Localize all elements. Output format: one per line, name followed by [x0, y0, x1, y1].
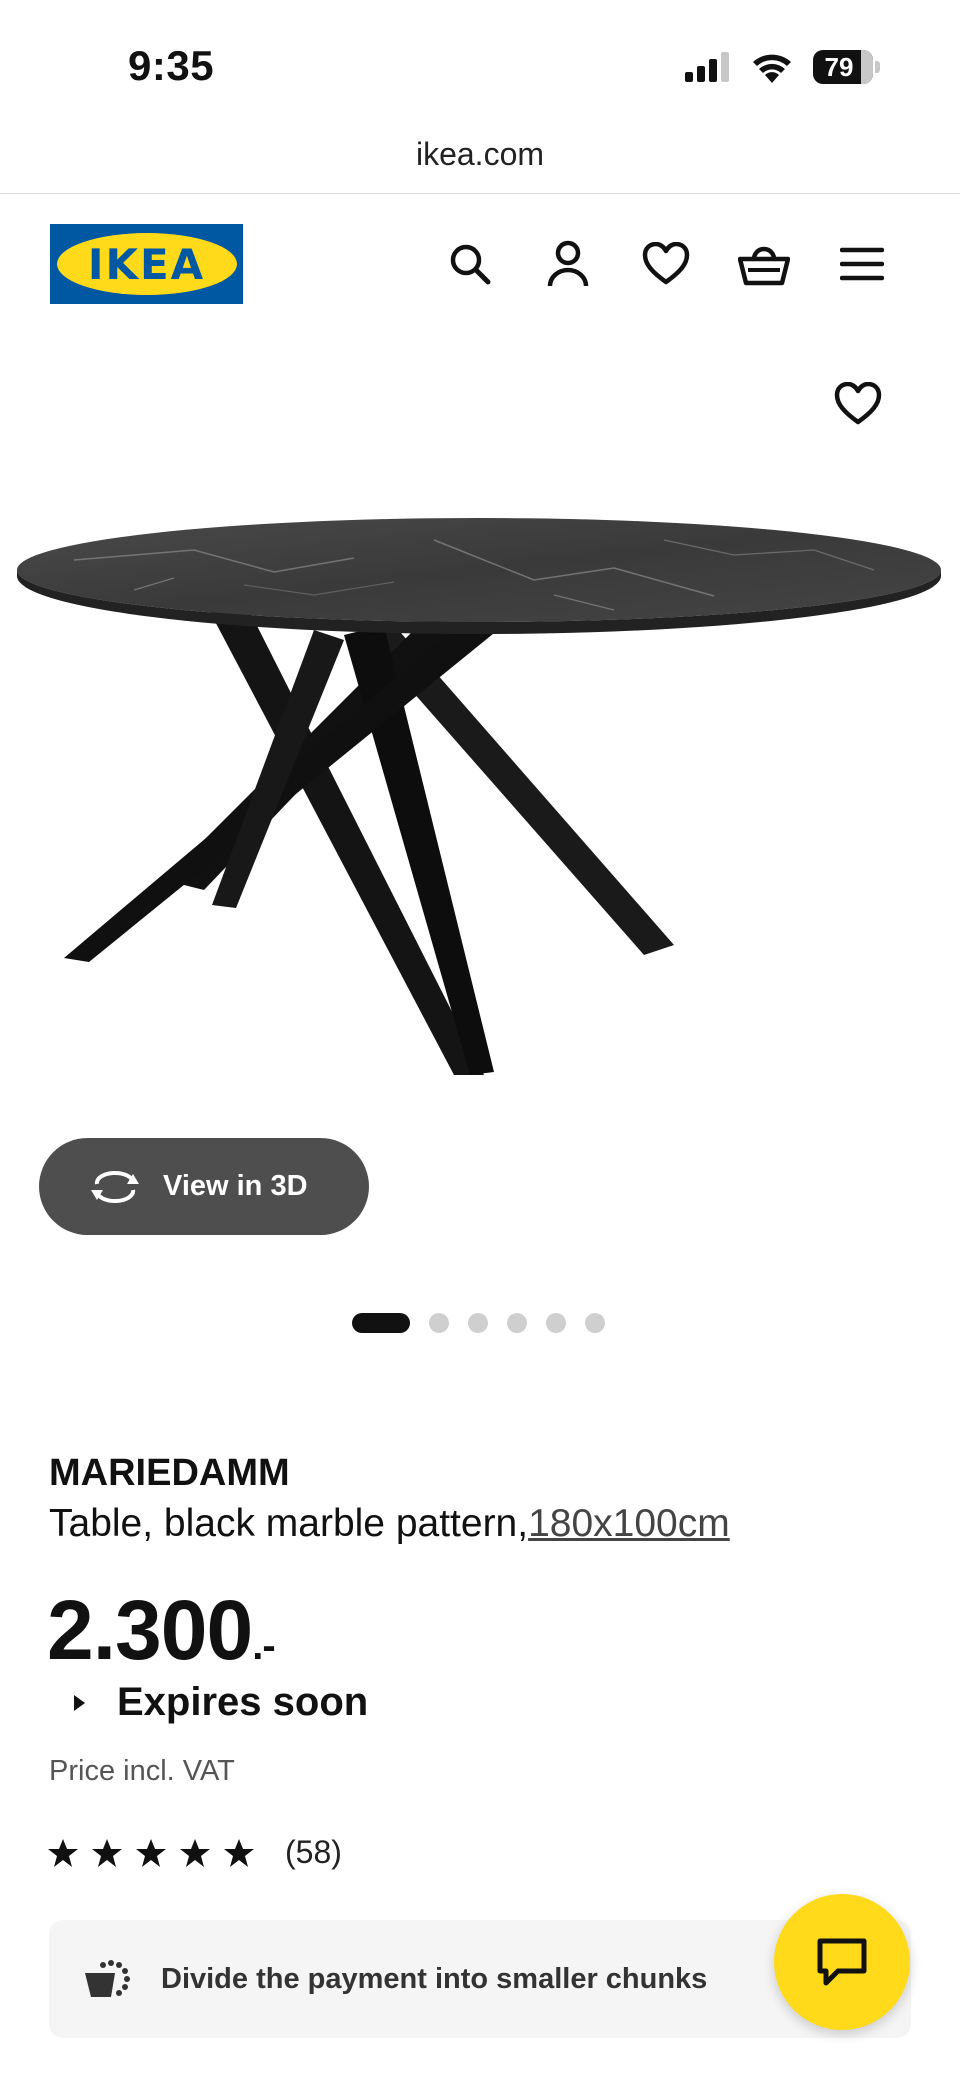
- view-in-3d-button[interactable]: View in 3D: [39, 1138, 369, 1235]
- star-icon: [224, 1838, 254, 1867]
- divider: [0, 193, 960, 194]
- product-description: Table, black marble pattern,180x100cm: [49, 1502, 730, 1546]
- status-time: 9:35: [128, 42, 215, 89]
- battery-icon: 79: [813, 50, 880, 84]
- chat-button[interactable]: [774, 1894, 910, 2030]
- carousel-dot[interactable]: [429, 1313, 449, 1333]
- carousel-dot[interactable]: [546, 1313, 566, 1333]
- heart-icon[interactable]: [638, 236, 694, 292]
- installment-icon: [81, 1959, 131, 1999]
- account-icon[interactable]: [540, 236, 596, 292]
- status-icons: 79: [685, 50, 880, 84]
- expires-soon-toggle[interactable]: Expires soon: [66, 1680, 368, 1725]
- signal-icon: [685, 52, 729, 82]
- rating[interactable]: (58): [47, 1834, 342, 1871]
- vat-note: Price incl. VAT: [49, 1755, 235, 1787]
- wifi-icon: [753, 54, 791, 83]
- carousel-indicator: [352, 1313, 605, 1333]
- payment-label: Divide the payment into smaller chunks: [161, 1962, 708, 1995]
- star-icon: [92, 1838, 122, 1867]
- product-size-link[interactable]: 180x100cm: [528, 1502, 730, 1545]
- product-name: MARIEDAMM: [49, 1452, 290, 1494]
- product-description-text: Table, black marble pattern,: [49, 1502, 529, 1545]
- battery-level: 79: [824, 52, 854, 82]
- star-icon: [136, 1838, 166, 1867]
- carousel-dot[interactable]: [585, 1313, 605, 1333]
- ikea-logo[interactable]: IKEA: [50, 224, 243, 304]
- basket-icon[interactable]: [736, 236, 792, 292]
- search-icon[interactable]: [442, 236, 498, 292]
- add-to-wishlist-icon[interactable]: [834, 381, 890, 438]
- menu-icon[interactable]: [834, 236, 890, 292]
- product-image[interactable]: [14, 500, 944, 1140]
- view-in-3d-label: View in 3D: [163, 1170, 308, 1202]
- carousel-dot[interactable]: [468, 1313, 488, 1333]
- chat-icon: [817, 1938, 867, 1986]
- caret-right-icon: [74, 1694, 85, 1711]
- price-value: 2.300: [47, 1583, 253, 1677]
- rotate-3d-icon: [89, 1170, 141, 1204]
- carousel-dot[interactable]: [507, 1313, 527, 1333]
- rating-stars: [47, 1838, 255, 1868]
- carousel-dot[interactable]: [352, 1313, 410, 1333]
- star-icon: [180, 1838, 210, 1867]
- url-bar[interactable]: ikea.com: [0, 136, 960, 173]
- expires-label: Expires soon: [117, 1680, 369, 1724]
- product-price: 2.300.-: [47, 1582, 276, 1679]
- rating-count: (58): [285, 1834, 342, 1870]
- price-suffix: .-: [252, 1624, 275, 1668]
- logo-text: IKEA: [56, 233, 237, 295]
- star-icon: [48, 1838, 78, 1867]
